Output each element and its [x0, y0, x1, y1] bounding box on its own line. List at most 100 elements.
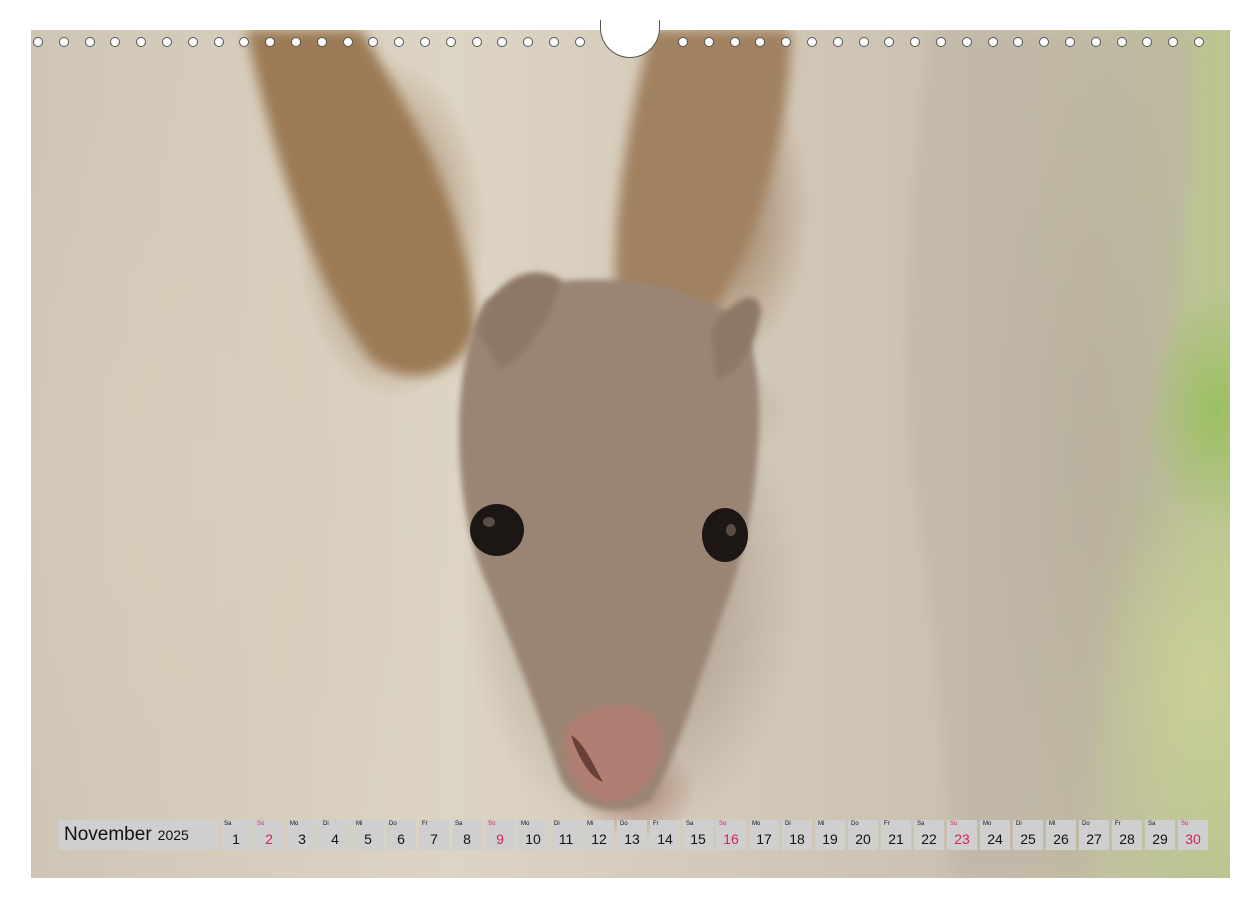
weekday-abbrev: Di: [323, 821, 329, 827]
day-number: 1: [232, 831, 240, 847]
weekday-abbrev: Mo: [521, 821, 530, 827]
binding-ring: [884, 37, 895, 47]
weekday-abbrev: Do: [620, 821, 628, 827]
weekday-abbrev: Sa: [455, 821, 463, 827]
weekday-abbrev: Mo: [290, 821, 299, 827]
day-cell: Fr 14: [650, 820, 680, 850]
binding-ring: [832, 37, 843, 47]
day-number: 28: [1119, 831, 1135, 847]
mother-leg: [907, 30, 1194, 878]
month-label: November 2025: [58, 820, 218, 850]
day-cell: Sa 22: [914, 820, 944, 850]
day-cell: Mi 26: [1046, 820, 1076, 850]
day-cell: Do 6: [386, 820, 416, 850]
day-number: 3: [298, 831, 306, 847]
weekday-abbrev: So: [950, 821, 958, 827]
binding-ring: [368, 37, 379, 47]
day-number: 8: [463, 831, 471, 847]
day-cell: Sa 1: [221, 820, 251, 850]
weekday-abbrev: Do: [1082, 821, 1090, 827]
weekday-abbrev: Mo: [983, 821, 992, 827]
joey-right-eye-shine: [726, 524, 736, 536]
day-cell: So 2: [254, 820, 284, 850]
binding-ring: [420, 37, 430, 47]
day-cell: Di 4: [320, 820, 350, 850]
weekday-abbrev: So: [719, 821, 727, 827]
binding-ring: [807, 37, 817, 47]
day-number: 18: [789, 831, 805, 847]
day-cell: So 9: [485, 820, 515, 850]
day-cell: Mi 19: [815, 820, 845, 850]
day-cell: Mo 17: [749, 820, 779, 850]
photo-shapes: [246, 30, 1194, 878]
weekday-abbrev: Sa: [224, 821, 232, 827]
day-number: 4: [331, 831, 339, 847]
day-number: 5: [364, 831, 372, 847]
day-number: 6: [397, 831, 405, 847]
day-cell: Do 27: [1079, 820, 1109, 850]
binding-ring: [445, 37, 456, 47]
binding-ring: [549, 37, 559, 47]
day-cell: Sa 29: [1145, 820, 1175, 850]
day-number: 15: [690, 831, 706, 847]
day-number: 30: [1185, 831, 1201, 847]
day-cell: Mo 3: [287, 820, 317, 850]
weekday-abbrev: So: [488, 821, 496, 827]
binding-ring: [755, 37, 766, 47]
binding-ring: [1013, 37, 1024, 47]
binding-ring: [729, 37, 740, 47]
binding-ring: [136, 37, 147, 47]
day-number: 14: [657, 831, 673, 847]
day-cell: So 30: [1178, 820, 1208, 850]
day-cell: Do 20: [848, 820, 878, 850]
day-number: 22: [921, 831, 937, 847]
binding-ring: [961, 37, 972, 47]
day-cell: Sa 15: [683, 820, 713, 850]
binding-ring: [239, 37, 250, 47]
weekday-abbrev: Mi: [1049, 821, 1056, 827]
weekday-abbrev: Di: [785, 821, 791, 827]
binding-ring: [33, 37, 43, 47]
weekday-abbrev: Fr: [653, 821, 659, 827]
binding-ring: [265, 37, 276, 47]
binding-ring: [703, 37, 714, 47]
binding-ring: [471, 37, 482, 47]
binding-ring: [678, 37, 688, 47]
binding-ring: [987, 37, 998, 47]
weekday-abbrev: Di: [554, 821, 560, 827]
binding-ring: [1142, 37, 1153, 47]
day-number: 20: [855, 831, 871, 847]
day-number: 11: [558, 831, 574, 847]
binding-ring: [84, 37, 95, 47]
joey-right-eye: [702, 508, 748, 562]
day-number: 2: [265, 831, 273, 847]
weekday-abbrev: Di: [1016, 821, 1022, 827]
day-cell: Fr 7: [419, 820, 449, 850]
weekday-abbrev: Fr: [884, 821, 890, 827]
day-number: 23: [954, 831, 970, 847]
binding-ring: [394, 37, 405, 47]
day-number: 13: [624, 831, 640, 847]
day-number: 25: [1020, 831, 1036, 847]
weekday-abbrev: So: [257, 821, 265, 827]
day-cell: Di 18: [782, 820, 812, 850]
left-paw: [246, 30, 476, 376]
month-name: November: [64, 824, 152, 845]
binding-ring: [110, 37, 121, 47]
binding-ring: [162, 37, 172, 47]
binding-ring: [291, 37, 301, 47]
weekday-abbrev: Sa: [917, 821, 925, 827]
day-number: 10: [525, 831, 541, 847]
day-number: 27: [1086, 831, 1102, 847]
binding-ring: [858, 37, 869, 47]
day-number: 21: [888, 831, 904, 847]
day-number: 19: [822, 831, 838, 847]
binding-ring: [1168, 37, 1179, 47]
binding-ring: [523, 37, 534, 47]
day-cell: Do 13: [617, 820, 647, 850]
joey-left-eye: [470, 504, 524, 556]
day-cell: Fr 28: [1112, 820, 1142, 850]
month-year: 2025: [157, 827, 189, 843]
binding-ring: [1039, 37, 1050, 47]
binding-ring: [213, 37, 224, 47]
